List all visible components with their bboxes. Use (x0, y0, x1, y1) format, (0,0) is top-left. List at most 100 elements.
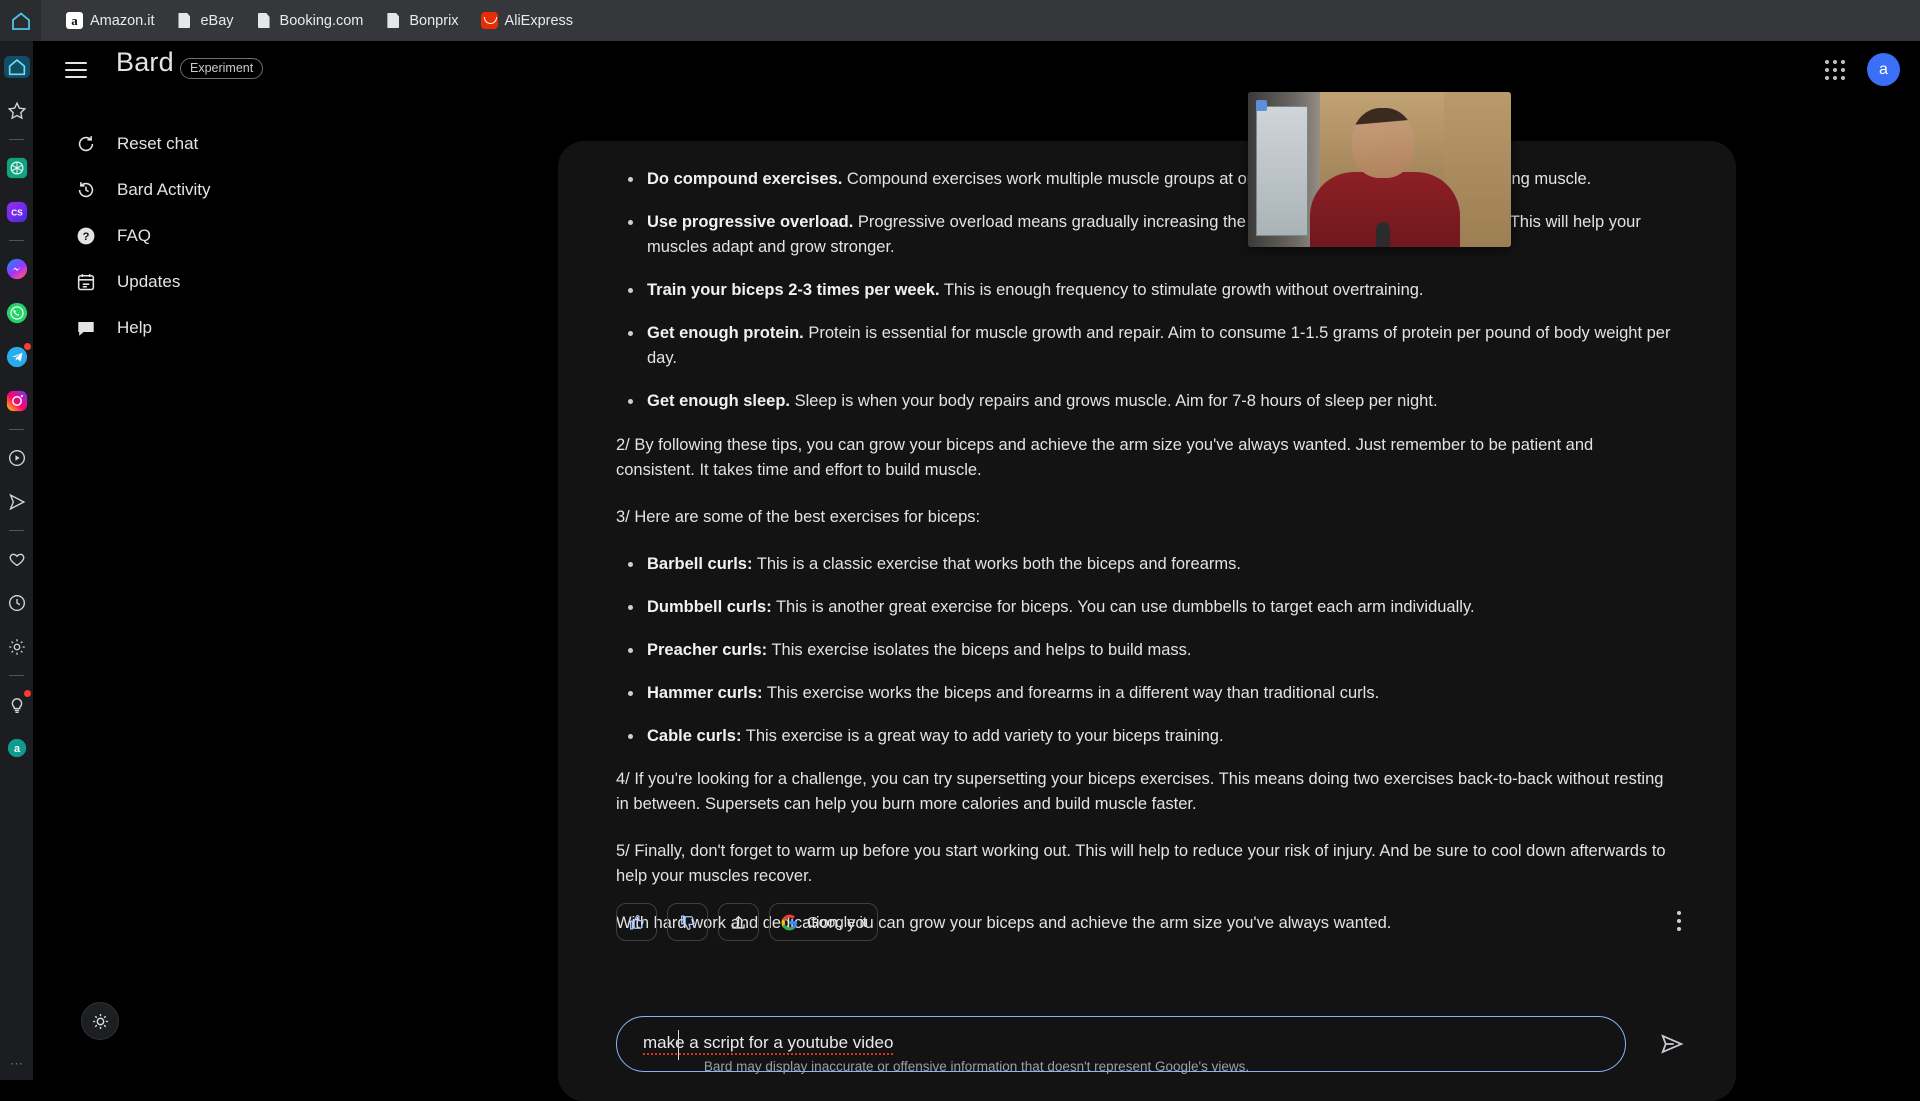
google-it-label: Google it (807, 913, 868, 931)
bullet-lead: Use progressive overload. (647, 213, 854, 232)
bookmark-label: Bonprix (409, 12, 459, 29)
rail-home[interactable] (3, 54, 30, 80)
nav-label: Updates (117, 272, 181, 291)
bard-app-window: Bard Experiment a Reset chat Bard Activi… (33, 41, 1920, 1101)
rail-divider (9, 675, 24, 676)
nav-item-updates[interactable]: Updates (59, 259, 349, 305)
list-item: Preacher curls: This exercise isolates t… (616, 638, 1676, 663)
nav-label: Reset chat (117, 134, 199, 153)
bullet-lead: Hammer curls: (647, 684, 763, 703)
webcam-overlay[interactable] (1248, 92, 1511, 247)
rail-account[interactable]: a (4, 735, 30, 761)
bullet-body: This exercise isolates the biceps and he… (767, 640, 1192, 659)
nav-item-faq[interactable]: ? FAQ (59, 213, 349, 259)
nav-label: Bard Activity (117, 180, 211, 199)
chat-scroll-area: Do compound exercises. Compound exercise… (558, 141, 1736, 986)
rail-messenger[interactable] (4, 256, 30, 282)
rail-chatgpt[interactable] (4, 155, 30, 181)
paragraph-2: 2/ By following these tips, you can grow… (616, 435, 1594, 479)
webcam-person-head (1352, 108, 1414, 178)
telegram-icon (6, 346, 27, 368)
nav-item-bard-activity[interactable]: Bard Activity (59, 167, 349, 213)
google-it-button[interactable]: Google it (769, 903, 879, 941)
rail-history[interactable] (4, 590, 30, 616)
bookmark-booking[interactable]: Booking.com (247, 8, 373, 33)
instagram-icon (6, 390, 27, 412)
webcam-microphone (1376, 222, 1390, 247)
paragraph-3: 3/ Here are some of the best exercises f… (616, 507, 981, 526)
disclaimer-text: Bard may display inaccurate or offensive… (703, 1059, 1250, 1074)
rail-settings[interactable] (4, 634, 30, 660)
home-icon (8, 59, 25, 76)
question-mark-icon: ? (77, 227, 95, 245)
bard-header: Bard Experiment a (33, 41, 1920, 97)
svg-text:?: ? (83, 231, 90, 243)
nav-item-reset-chat[interactable]: Reset chat (59, 121, 349, 167)
heart-icon (9, 553, 24, 567)
avatar[interactable]: a (1867, 53, 1900, 86)
home-button[interactable] (0, 0, 41, 41)
thumbs-up-button[interactable] (616, 903, 657, 941)
amazon-icon: a (66, 12, 83, 29)
bookmark-amazon[interactable]: a Amazon.it (57, 8, 163, 33)
rail-cs[interactable]: CS (4, 199, 30, 225)
list-item: Use progressive overload. Progressive ov… (616, 210, 1676, 260)
bullet-body: This is a classic exercise that works bo… (752, 554, 1241, 573)
bullet-lead: Get enough protein. (647, 324, 804, 343)
list-item: Get enough sleep. Sleep is when your bod… (616, 389, 1676, 414)
chatgpt-icon (6, 157, 27, 179)
nav-label: Help (117, 318, 152, 337)
bullet-body: This is another great exercise for bicep… (771, 597, 1475, 616)
rail-divider (9, 139, 24, 140)
paragraph-4: 4/ If you're looking for a challenge, yo… (616, 770, 1664, 814)
list-item: Dumbbell curls: This is another great ex… (616, 595, 1676, 620)
bookmark-ebay[interactable]: eBay (167, 8, 242, 33)
bookmark-aliexpress[interactable]: AliExpress (472, 8, 583, 33)
rail-divider (9, 429, 24, 430)
webcam-door (1256, 106, 1308, 236)
theme-toggle-button[interactable] (81, 1002, 119, 1040)
svg-text:a: a (13, 743, 20, 755)
list-item: Train your biceps 2-3 times per week. Th… (616, 278, 1676, 303)
list-item: Barbell curls: This is a classic exercis… (616, 552, 1676, 577)
document-icon (176, 12, 193, 29)
hamburger-icon[interactable] (63, 57, 89, 79)
rail-liked[interactable] (4, 546, 30, 572)
chat-bubble-icon (78, 321, 94, 336)
home-icon (11, 11, 30, 30)
rail-overflow[interactable]: ⋯ (10, 1056, 24, 1072)
rail-send[interactable] (4, 489, 30, 515)
share-button[interactable] (718, 903, 759, 941)
bullet-lead: Do compound exercises. (647, 170, 843, 188)
document-icon (385, 12, 402, 29)
more-vertical-icon[interactable] (1664, 904, 1694, 938)
experiment-badge: Experiment (180, 58, 264, 79)
send-button[interactable] (1656, 1028, 1688, 1060)
bullet-lead: Barbell curls: (647, 554, 753, 573)
bookmark-label: Booking.com (279, 12, 364, 29)
messenger-icon (6, 258, 27, 280)
rail-media[interactable] (4, 445, 30, 471)
star-icon (7, 101, 26, 120)
nav-item-help[interactable]: Help (59, 305, 349, 351)
bullet-body: This exercise is a great way to add vari… (741, 727, 1224, 746)
page-title: Bard (116, 47, 174, 77)
rail-whatsapp[interactable] (4, 300, 30, 326)
rail-tips[interactable] (4, 690, 31, 717)
rail-instagram[interactable] (4, 388, 30, 414)
bookmark-bonprix[interactable]: Bonprix (376, 8, 467, 33)
reset-icon (78, 136, 94, 152)
list-item: Cable curls: This exercise is a great wa… (616, 724, 1676, 749)
bookmark-label: AliExpress (504, 12, 574, 29)
document-icon (256, 12, 273, 29)
rail-favorites[interactable] (4, 98, 30, 124)
rail-telegram[interactable] (4, 343, 31, 370)
apps-grid-icon[interactable] (1823, 58, 1848, 83)
play-circle-icon (8, 449, 25, 467)
brightness-icon (92, 1013, 108, 1029)
clock-icon (8, 594, 25, 612)
thumbs-down-button[interactable] (667, 903, 708, 941)
bullet-lead: Dumbbell curls: (647, 597, 772, 616)
bullet-lead: Preacher curls: (647, 640, 768, 659)
bullet-body: This exercise works the biceps and forea… (762, 684, 1380, 703)
